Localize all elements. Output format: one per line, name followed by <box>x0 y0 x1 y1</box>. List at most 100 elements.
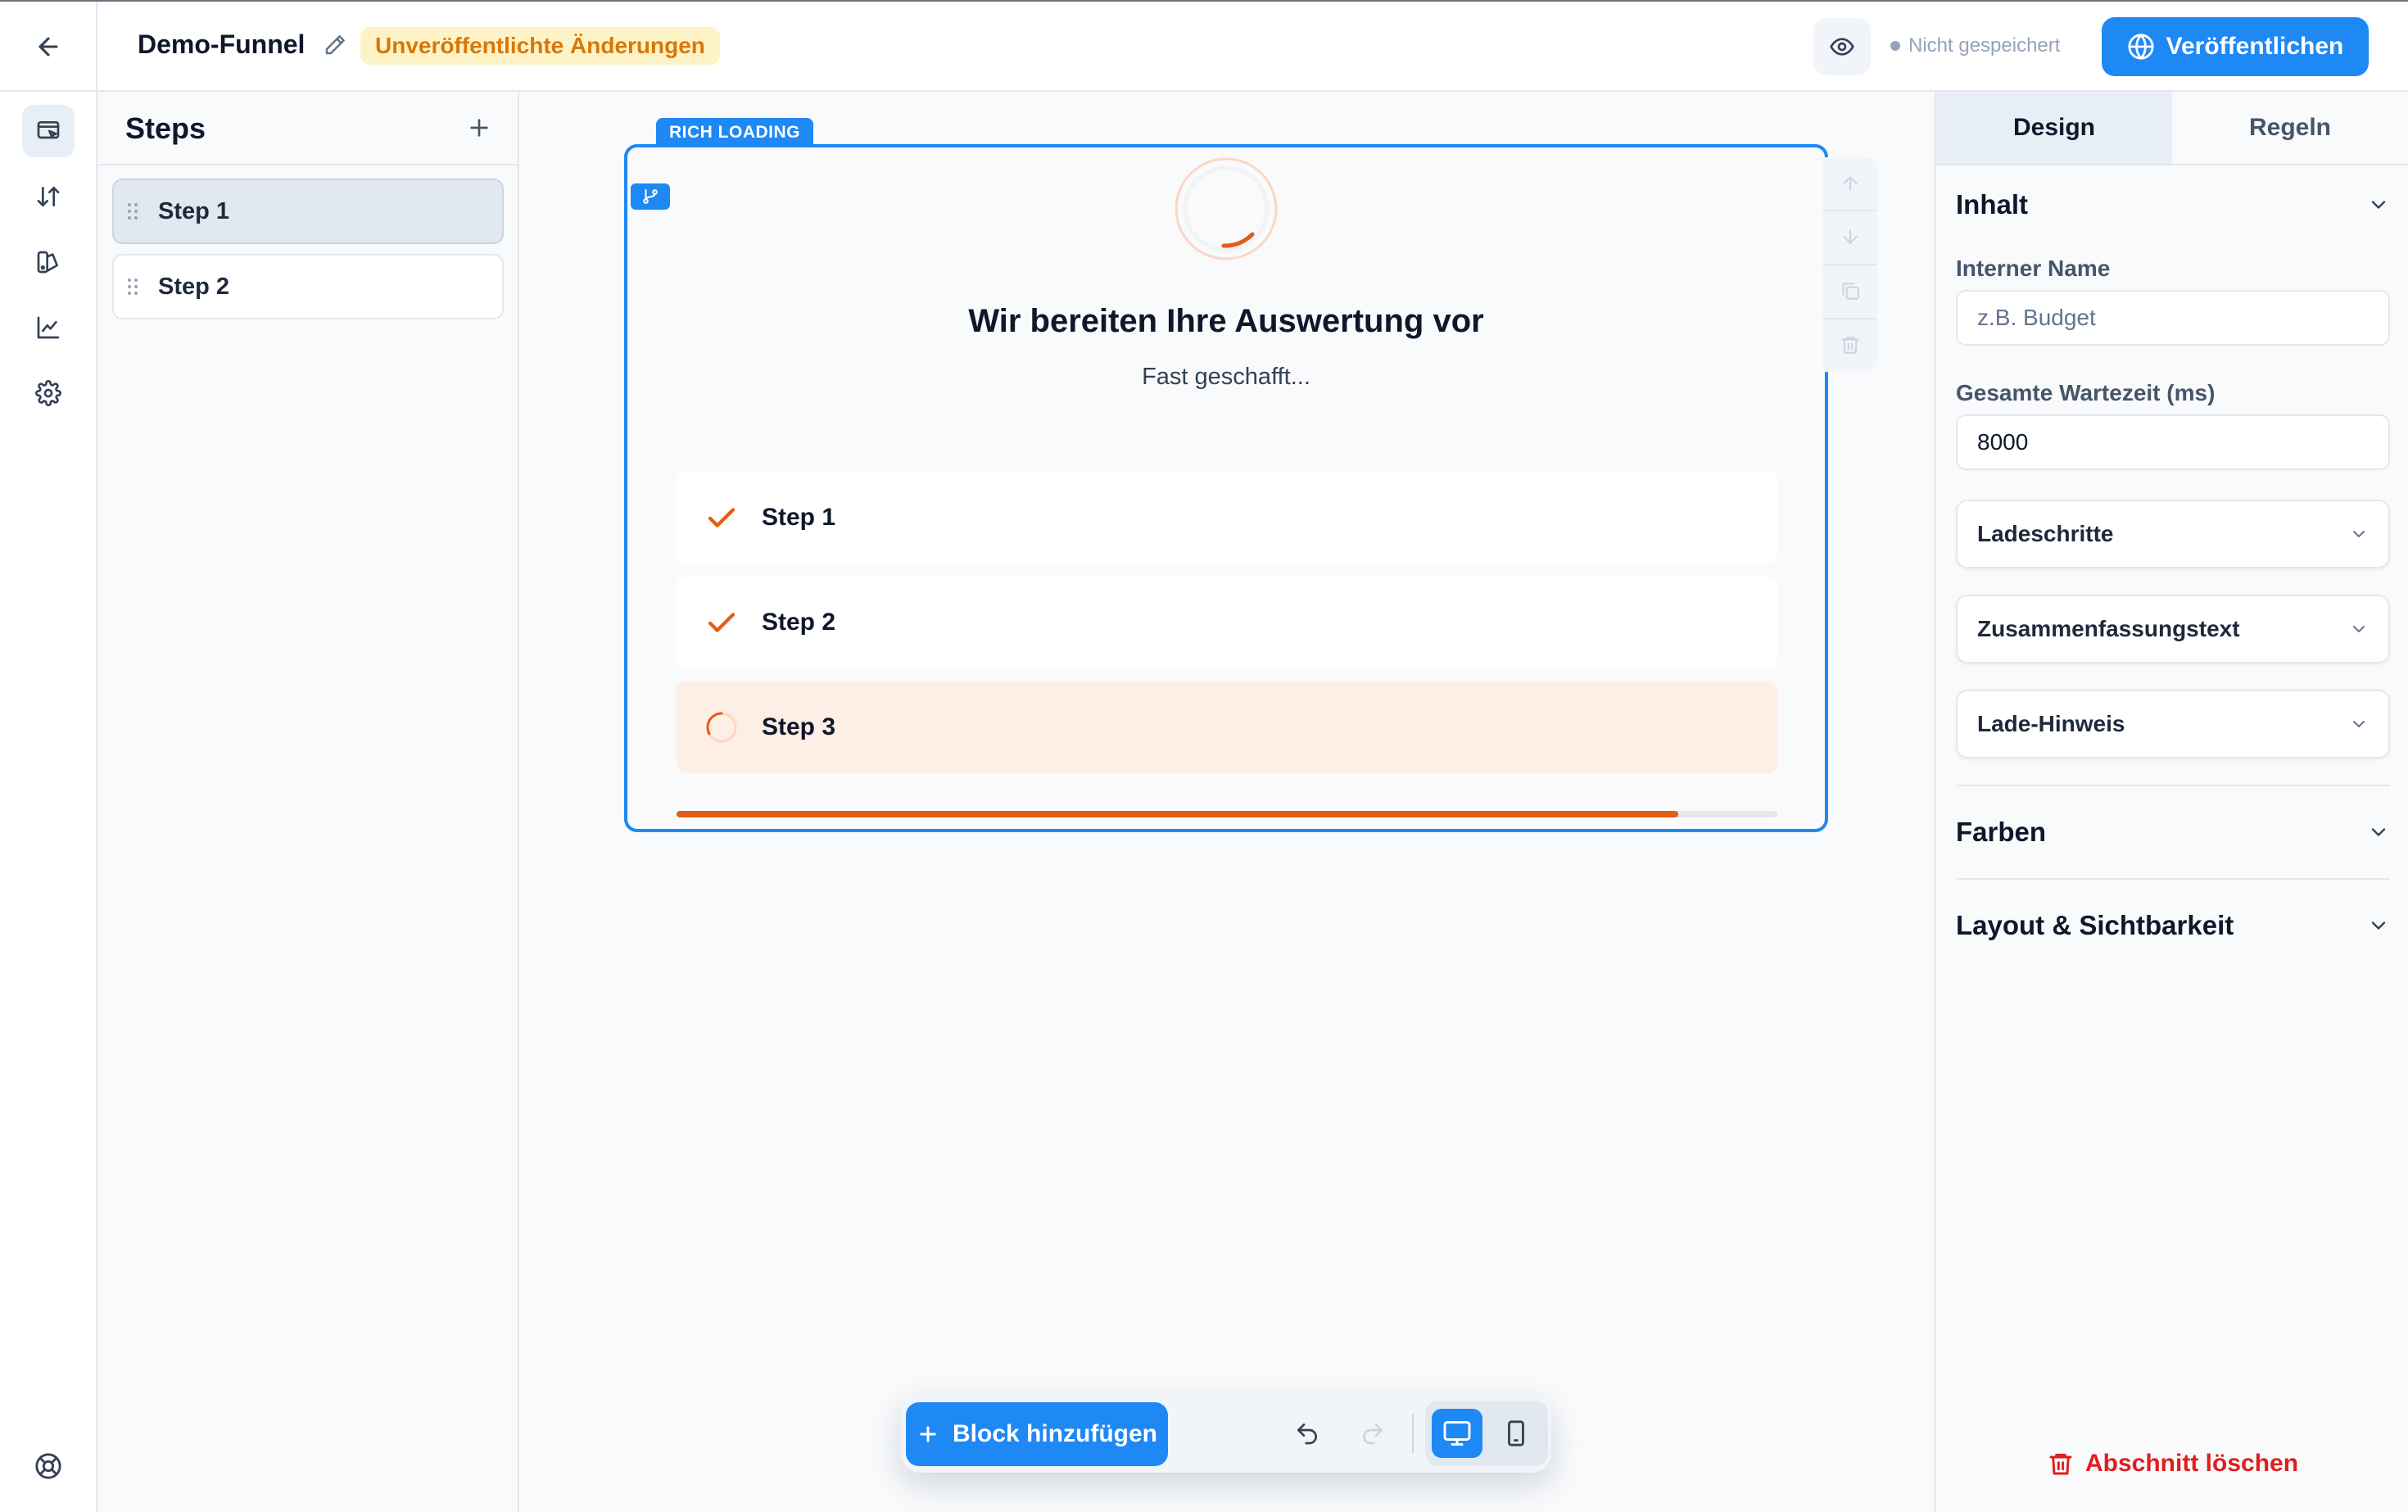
rail-sort-button[interactable] <box>22 170 75 223</box>
trash-icon <box>2049 1453 2072 1475</box>
tab-design[interactable]: Design <box>1936 92 2172 164</box>
rail-theme-button[interactable] <box>22 236 75 288</box>
sort-arrows-icon <box>37 187 60 206</box>
undo-button[interactable] <box>1281 1407 1333 1460</box>
accordion-loading-hint[interactable]: Lade-Hinweis <box>1956 690 2390 758</box>
accordion-label: Lade-Hinweis <box>1977 711 2125 736</box>
chevron-down-icon <box>2371 921 2386 930</box>
publish-button[interactable]: Veröffentlichen <box>2102 17 2369 76</box>
steps-title: Steps <box>125 111 206 145</box>
trash-icon <box>1841 337 1859 354</box>
delete-section-button[interactable]: Abschnitt löschen <box>2048 1443 2298 1484</box>
plus-icon <box>920 1426 936 1442</box>
rail-help-button[interactable] <box>22 1440 75 1492</box>
step-item-label: Step 1 <box>158 197 230 224</box>
progress-bar-fill <box>677 811 1679 817</box>
save-status-text: Nicht gespeichert <box>1908 34 2061 57</box>
back-button[interactable] <box>0 2 97 92</box>
tab-rules[interactable]: Regeln <box>2172 92 2408 164</box>
block-type-tag: RICH LOADING <box>656 118 813 147</box>
loading-step-label: Step 3 <box>762 713 836 740</box>
section-colors-header[interactable]: Farben <box>1956 808 2390 857</box>
steps-header: Steps <box>97 92 518 165</box>
rail-editor-button[interactable] <box>22 105 75 157</box>
check-icon <box>708 508 736 527</box>
section-layout-header[interactable]: Layout & Sichtbarkeit <box>1956 901 2390 950</box>
loading-title: Wir bereiten Ihre Auswertung vor <box>968 303 1484 339</box>
editor-cursor-icon <box>37 121 60 139</box>
chevron-down-icon <box>2353 626 2365 632</box>
accordion-label: Zusammenfassungstext <box>1977 616 2240 641</box>
chevron-down-icon <box>2371 828 2386 836</box>
step-item-1[interactable]: Step 1 <box>112 179 504 244</box>
top-bar: Demo-Funnel Unveröffentlichte Änderungen… <box>0 0 2408 92</box>
divider <box>1956 878 2390 880</box>
gear-icon <box>35 380 61 406</box>
add-step-button[interactable] <box>466 115 492 141</box>
rail-settings-button[interactable] <box>22 367 75 419</box>
globe-icon <box>2128 34 2154 60</box>
accordion-label: Ladeschritte <box>1977 521 2114 546</box>
section-colors-title: Farben <box>1956 817 2047 847</box>
move-down-button[interactable] <box>1823 210 1877 262</box>
step-item-2[interactable]: Step 2 <box>112 254 504 319</box>
rail-analytics-button[interactable] <box>22 301 75 354</box>
internal-name-label: Interner Name <box>1956 256 2111 281</box>
loading-spinner <box>1173 156 1279 262</box>
copy-icon <box>1842 283 1859 300</box>
monitor-icon <box>1443 1421 1471 1446</box>
arrow-left-icon <box>38 37 57 57</box>
floating-toolbar: Block hinzufügen <box>901 1394 1551 1473</box>
settings-tabs: Design Regeln <box>1936 92 2408 165</box>
smartphone-icon <box>1508 1420 1524 1446</box>
accordion-summary-text[interactable]: Zusammenfassungstext <box>1956 595 2390 663</box>
icon-rail <box>0 92 97 1512</box>
status-dot <box>1890 41 1900 51</box>
redo-button[interactable] <box>1347 1407 1399 1460</box>
lifebuoy-icon <box>35 1453 61 1479</box>
loading-step-label: Step 1 <box>762 504 836 531</box>
section-content-title: Inhalt <box>1956 189 2028 220</box>
internal-name-field[interactable] <box>1956 290 2390 346</box>
progress-bar <box>677 811 1777 817</box>
eye-icon <box>1830 38 1854 56</box>
chart-icon <box>37 316 60 339</box>
duplicate-button[interactable] <box>1823 264 1877 316</box>
loading-step: Step 1 <box>677 472 1777 564</box>
chevron-down-icon <box>2353 531 2365 537</box>
plus-icon <box>470 119 488 137</box>
drag-handle-icon[interactable] <box>127 278 138 296</box>
steps-panel: Steps Step 1 Step 2 <box>97 92 519 1512</box>
mobile-view-button[interactable] <box>1491 1409 1541 1458</box>
chevron-down-icon <box>2353 721 2365 727</box>
spinner-icon <box>706 712 737 743</box>
delete-block-button[interactable] <box>1823 318 1877 370</box>
wait-time-field[interactable] <box>1956 414 2390 470</box>
toolbar-divider <box>1412 1414 1414 1453</box>
arrow-down-icon <box>1843 229 1858 244</box>
chevron-down-icon <box>2371 201 2386 209</box>
loading-step-label: Step 2 <box>762 609 836 636</box>
device-toggle <box>1425 1401 1548 1466</box>
undo-icon <box>1297 1424 1317 1445</box>
drag-handle-icon[interactable] <box>127 202 138 220</box>
check-icon <box>708 613 736 632</box>
redo-icon <box>1363 1424 1383 1445</box>
branch-icon[interactable] <box>631 183 670 210</box>
arrow-up-icon <box>1843 176 1858 191</box>
palette-icon <box>37 251 58 274</box>
preview-button[interactable] <box>1813 18 1871 75</box>
add-block-button[interactable]: Block hinzufügen <box>906 1402 1168 1466</box>
section-layout-title: Layout & Sichtbarkeit <box>1956 910 2234 940</box>
save-status: Nicht gespeichert <box>1890 34 2060 57</box>
accordion-loading-steps[interactable]: Ladeschritte <box>1956 500 2390 568</box>
move-up-button[interactable] <box>1823 157 1877 210</box>
desktop-view-button[interactable] <box>1432 1409 1482 1458</box>
unpublished-changes-badge: Unveröffentlichte Änderungen <box>360 27 720 65</box>
loading-step-current: Step 3 <box>677 681 1777 773</box>
pencil-icon[interactable] <box>323 33 347 57</box>
step-item-label: Step 2 <box>158 273 230 300</box>
section-content-header[interactable]: Inhalt <box>1956 180 2390 229</box>
add-block-label: Block hinzufügen <box>953 1420 1157 1447</box>
delete-section-label: Abschnitt löschen <box>2085 1450 2299 1477</box>
